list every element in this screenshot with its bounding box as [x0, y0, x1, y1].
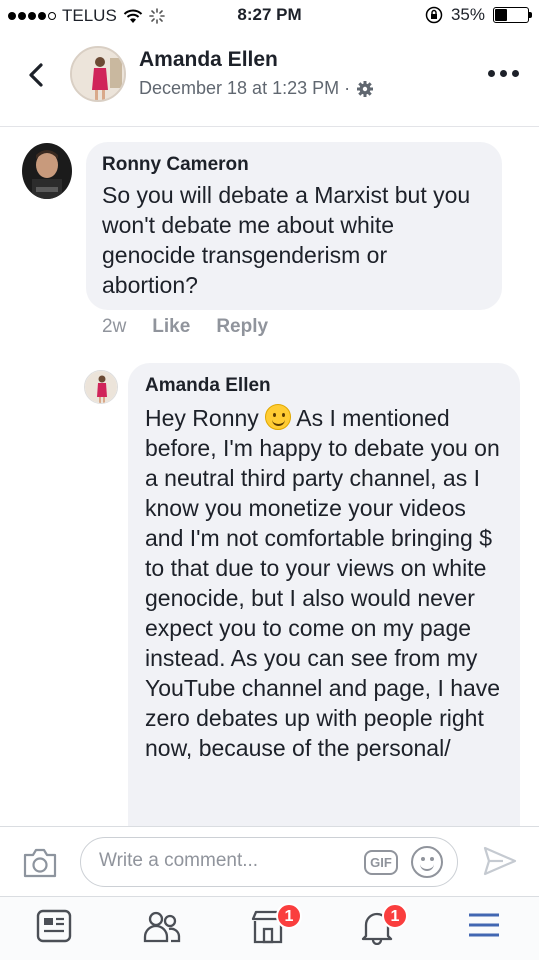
- post-header: Amanda Ellen December 18 at 1:23 PM ·: [0, 32, 539, 127]
- reply-text-start: Hey Ronny: [145, 405, 259, 431]
- smiling-face-emoji-icon: [265, 404, 292, 430]
- gif-button[interactable]: GIF: [364, 850, 398, 875]
- reply-text-rest: As I mentioned before, I'm happy to deba…: [145, 405, 501, 761]
- battery-icon: [493, 7, 532, 23]
- comment-actions: 2w Like Reply: [102, 316, 268, 338]
- tab-menu[interactable]: [466, 909, 506, 949]
- comment-input[interactable]: [99, 850, 349, 872]
- menu-icon: [469, 913, 499, 937]
- comment-timestamp[interactable]: 2w: [102, 316, 126, 338]
- reply-link[interactable]: Reply: [216, 316, 268, 338]
- news-feed-icon: [36, 909, 72, 943]
- tab-friends[interactable]: [142, 909, 182, 949]
- post-meta: December 18 at 1:23 PM ·: [139, 78, 374, 99]
- comment-composer: GIF: [0, 826, 539, 896]
- comment-bubble: Ronny Cameron So you will debate a Marxi…: [86, 142, 502, 310]
- friends-icon: [143, 911, 181, 943]
- comment-text: So you will debate a Marxist but you won…: [102, 182, 471, 298]
- author-name[interactable]: Amanda Ellen: [139, 48, 278, 72]
- reply-text: Hey Ronny As I mentioned before, I'm hap…: [145, 403, 504, 763]
- commenter-avatar[interactable]: [22, 143, 72, 199]
- tab-marketplace[interactable]: 1: [250, 903, 302, 949]
- like-link[interactable]: Like: [152, 316, 190, 338]
- reply-avatar[interactable]: [84, 370, 118, 404]
- gear-icon: [357, 80, 374, 97]
- more-options-icon[interactable]: [488, 70, 519, 77]
- status-bar: TELUS 8:27 PM 35%: [0, 0, 539, 32]
- tab-notifications[interactable]: 1: [360, 903, 408, 949]
- tab-bar: 1 1: [0, 896, 539, 960]
- notifications-badge: 1: [382, 903, 408, 929]
- tab-news-feed[interactable]: [36, 909, 76, 949]
- post-timestamp[interactable]: December 18 at 1:23 PM ·: [139, 78, 350, 99]
- battery-percent: 35%: [450, 5, 485, 24]
- rotation-lock-icon: [425, 6, 443, 24]
- comment-field[interactable]: GIF: [80, 837, 458, 887]
- send-icon[interactable]: [483, 845, 517, 877]
- battery-group: 35%: [425, 5, 532, 25]
- back-chevron-icon[interactable]: [22, 60, 52, 90]
- sticker-icon[interactable]: [411, 846, 443, 878]
- reply-bubble: Amanda Ellen Hey Ronny As I mentioned be…: [128, 363, 520, 863]
- marketplace-badge: 1: [276, 903, 302, 929]
- reply-author[interactable]: Amanda Ellen: [145, 375, 504, 397]
- author-avatar[interactable]: [70, 46, 126, 102]
- comment-author[interactable]: Ronny Cameron: [102, 154, 486, 176]
- camera-icon[interactable]: [22, 847, 58, 879]
